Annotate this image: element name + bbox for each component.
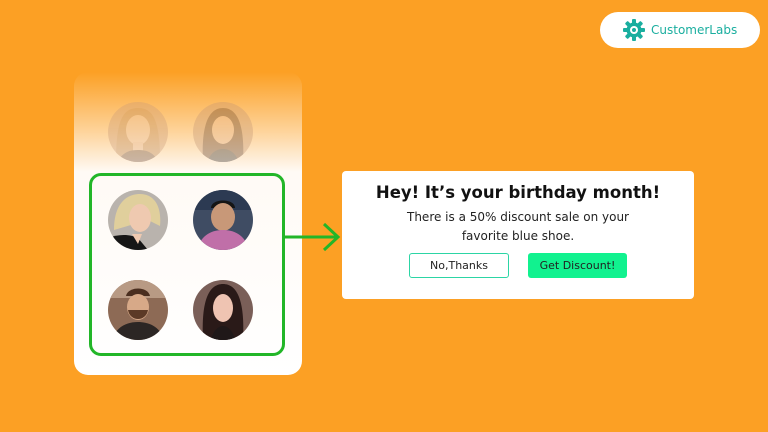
- birthday-discount-popup: Hey! It’s your birthday month! There is …: [342, 171, 694, 299]
- gear-icon: [623, 19, 645, 41]
- woman-blonde-avatar: [108, 102, 168, 162]
- popup-body-line1: There is a 50% discount sale on your: [407, 210, 629, 224]
- arrow-right-icon: [284, 222, 341, 252]
- popup-body: There is a 50% discount sale on your fav…: [382, 208, 654, 246]
- woman-brunette-avatar: [193, 102, 253, 162]
- brand-logo: CustomerLabs: [600, 12, 760, 48]
- no-thanks-button[interactable]: No,Thanks: [409, 253, 509, 278]
- popup-body-line2: favorite blue shoe.: [461, 229, 575, 243]
- popup-title: Hey! It’s your birthday month!: [375, 183, 661, 202]
- get-discount-button[interactable]: Get Discount!: [528, 253, 627, 278]
- selected-audience-box: [89, 173, 285, 356]
- brand-name: CustomerLabs: [651, 23, 738, 37]
